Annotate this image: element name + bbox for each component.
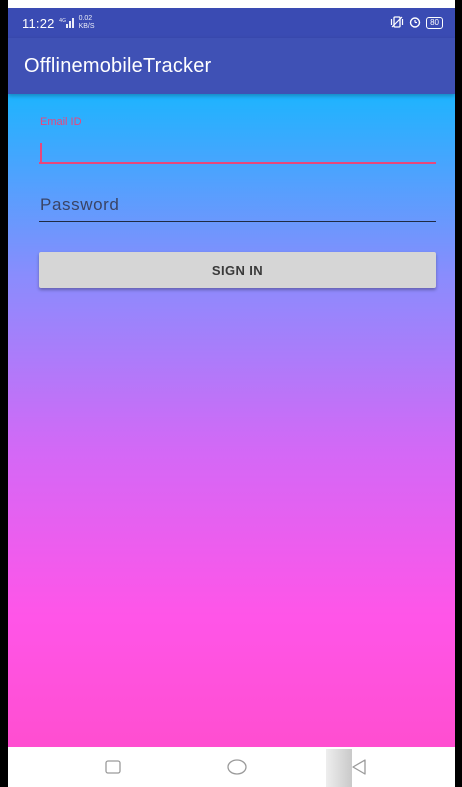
- back-triangle-icon[interactable]: [348, 756, 370, 778]
- status-right: 80: [390, 15, 443, 31]
- status-left: 11:22 4G 0.02 KB/S: [22, 15, 95, 31]
- frame-left-edge: [0, 0, 8, 787]
- password-underline: [39, 221, 436, 222]
- app-title: OfflinemobileTracker: [24, 54, 212, 77]
- frame-right-edge: [455, 0, 462, 787]
- password-field[interactable]: [39, 190, 436, 224]
- network-speed: 0.02 KB/S: [79, 15, 95, 31]
- alarm-icon: [409, 16, 421, 31]
- login-form: Email ID SIGN IN: [8, 94, 455, 747]
- battery-icon: 80: [426, 17, 443, 29]
- home-circle-icon[interactable]: [226, 756, 248, 778]
- sign-in-button[interactable]: SIGN IN: [39, 252, 436, 288]
- network-speed-value: 0.02: [78, 15, 93, 22]
- navigation-bar: [8, 747, 455, 787]
- frame-top-edge: [0, 0, 462, 8]
- password-input[interactable]: [39, 190, 436, 220]
- text-cursor: [40, 143, 42, 163]
- app-bar: OfflinemobileTracker: [8, 38, 455, 94]
- email-underline: [39, 162, 436, 164]
- vibrate-icon: [390, 15, 404, 31]
- email-label: Email ID: [40, 116, 82, 128]
- network-type: 4G: [59, 18, 66, 24]
- status-bar: 11:22 4G 0.02 KB/S 80: [8, 8, 455, 38]
- phone-screen: 11:22 4G 0.02 KB/S 80 OfflinemobileTrack…: [8, 8, 455, 787]
- email-field[interactable]: Email ID: [39, 110, 436, 170]
- status-time: 11:22: [22, 15, 55, 31]
- network-speed-unit: KB/S: [78, 23, 95, 30]
- signal-icon: 4G: [59, 17, 75, 30]
- recents-square-icon[interactable]: [102, 756, 124, 778]
